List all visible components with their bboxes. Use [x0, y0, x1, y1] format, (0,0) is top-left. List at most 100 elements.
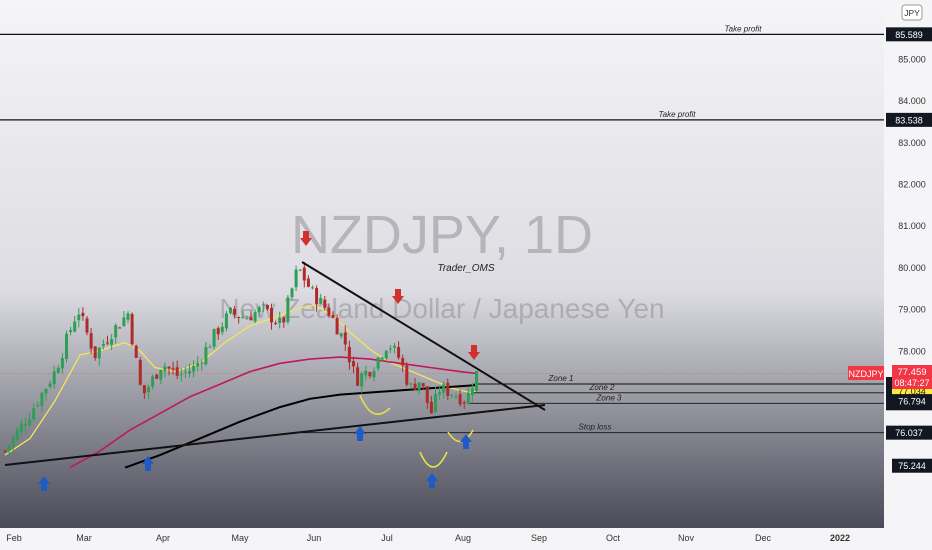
candle-body: [425, 386, 429, 403]
y-tick-label: 84.000: [898, 96, 926, 106]
level-label: Zone 3: [596, 393, 622, 402]
candle-body: [56, 367, 60, 373]
candle-body: [245, 318, 249, 320]
y-tick-label: 85.000: [898, 54, 926, 64]
x-tick-label: Dec: [755, 533, 772, 543]
candle-body: [368, 372, 372, 377]
candle-body: [188, 371, 191, 374]
watermark-subtitle: New Zealand Dollar / Japanese Yen: [219, 293, 664, 324]
candle-body: [352, 361, 355, 367]
candle-body: [286, 297, 290, 322]
candle-body: [147, 387, 150, 393]
candle-body: [315, 288, 319, 305]
candle-body: [216, 328, 220, 335]
candle-body: [73, 321, 77, 332]
candle-body: [85, 318, 89, 333]
candle-body: [319, 297, 323, 304]
candle-body: [192, 365, 196, 372]
level-tag-value: 76.037: [895, 428, 923, 438]
x-tick-label: Feb: [6, 533, 22, 543]
candle-body: [475, 371, 478, 392]
x-tick-label: 2022: [830, 533, 850, 543]
candle-body: [257, 307, 261, 313]
candle-body: [175, 367, 179, 376]
y-tick-label: 81.000: [898, 221, 926, 231]
candle-body: [405, 365, 409, 385]
candle-body: [114, 325, 118, 338]
candle-body: [155, 374, 159, 379]
candle-body: [122, 317, 126, 326]
candle-body: [224, 313, 228, 329]
axis-tag-value: 75.244: [898, 461, 926, 471]
candle-body: [364, 370, 368, 376]
candle-body: [130, 314, 134, 345]
candle-body: [229, 307, 232, 314]
candle-body: [282, 317, 286, 323]
axis-tag-value: 76.794: [898, 397, 926, 407]
candle-body: [52, 371, 56, 385]
candle-body: [372, 370, 376, 378]
candle-body: [294, 269, 298, 288]
candle-body: [77, 314, 81, 321]
last-price-value: 77.459: [897, 367, 926, 378]
x-tick-label: Nov: [678, 533, 695, 543]
y-tick-label: 78.000: [898, 346, 926, 356]
candle-body: [237, 317, 241, 319]
y-tick-label: 83.000: [898, 138, 926, 148]
x-tick-label: Aug: [455, 533, 471, 543]
y-tick-label: 80.000: [898, 263, 926, 273]
level-label: Stop loss: [579, 423, 612, 432]
candle-body: [15, 430, 19, 440]
last-price-countdown: 08:47:27: [894, 378, 929, 388]
candle-body: [28, 419, 32, 426]
candle-body: [118, 327, 122, 329]
candle-body: [40, 392, 44, 406]
x-tick-label: Mar: [76, 533, 92, 543]
author-label: Trader_OMS: [437, 263, 494, 274]
candle-body: [331, 314, 335, 318]
candle-body: [339, 333, 343, 337]
candle-body: [110, 339, 114, 345]
candle-body: [167, 366, 171, 369]
candle-body: [220, 326, 224, 333]
candle-body: [376, 357, 380, 369]
candle-body: [179, 374, 183, 376]
candle-body: [409, 383, 413, 385]
candle-body: [397, 347, 401, 358]
candle-body: [65, 333, 68, 360]
x-tick-label: Jul: [381, 533, 393, 543]
chart: NZDJPY, 1D New Zealand Dollar / Japanese…: [0, 0, 932, 550]
watermark-title: NZDJPY, 1D: [291, 205, 593, 265]
candle-body: [278, 317, 282, 324]
candle-body: [388, 348, 392, 350]
candle-body: [311, 287, 314, 289]
candle-body: [261, 304, 265, 306]
candle-body: [360, 373, 364, 387]
candle-body: [462, 402, 466, 404]
candle-body: [446, 382, 450, 396]
candle-body: [347, 346, 351, 363]
currency-badge[interactable]: JPY: [901, 4, 923, 21]
candle-body: [306, 278, 310, 287]
candle-body: [93, 346, 97, 359]
candle-body: [335, 317, 339, 335]
candle-body: [413, 383, 417, 390]
candle-body: [343, 332, 347, 345]
candle-body: [89, 333, 93, 349]
candle-body: [3, 450, 7, 452]
y-tick-label: 82.000: [898, 180, 926, 190]
level-tag-value: 83.538: [895, 115, 923, 125]
candle-body: [401, 358, 405, 366]
price-axis: 85.000 84.000 83.000 82.000 81.000 80.000 79.0…: [898, 9, 926, 356]
level-label: Zone 1: [548, 374, 574, 383]
candle-body: [393, 345, 396, 348]
candle-body: [7, 445, 11, 451]
candle-body: [48, 383, 52, 387]
level-label: Take profit: [658, 110, 696, 119]
candle-body: [290, 288, 294, 298]
candle-body: [421, 383, 425, 387]
candle-body: [417, 382, 421, 392]
candle-body: [442, 384, 446, 393]
symbol-tag: NZDJPY: [848, 369, 883, 379]
candle-body: [142, 385, 146, 394]
